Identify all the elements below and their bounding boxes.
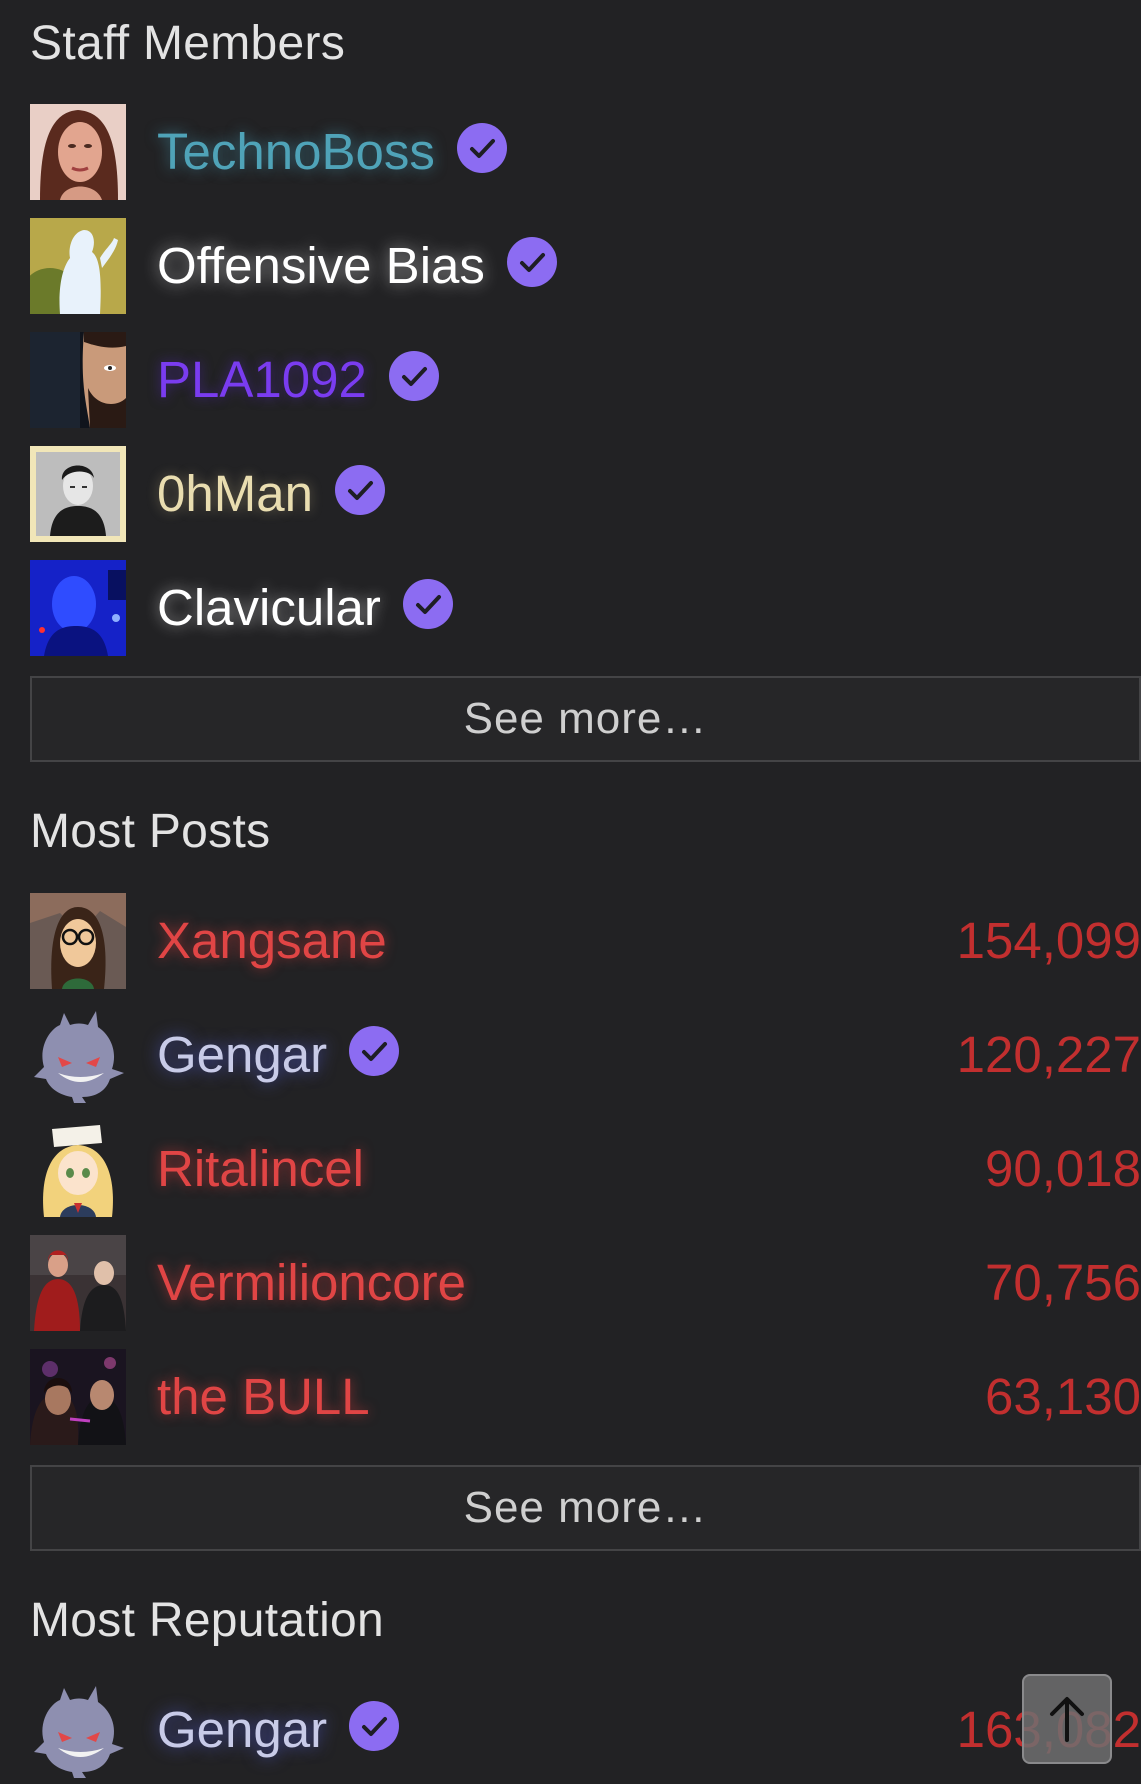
post-count: 70,756 (985, 1254, 1141, 1311)
staff-members-title: Staff Members (30, 17, 346, 70)
member-name[interactable]: 0hMan (157, 446, 313, 542)
member-name[interactable]: Offensive Bias (157, 218, 485, 314)
check-badge-icon (456, 123, 507, 173)
most-posts-row[interactable]: Vermilioncore 70,756 (30, 1235, 1141, 1331)
member-name[interactable]: TechnoBoss (157, 104, 435, 200)
member-name[interactable]: the BULL (157, 1349, 370, 1445)
post-count: 63,130 (985, 1368, 1141, 1425)
check-badge-icon (388, 351, 439, 401)
post-count: 90,018 (985, 1140, 1141, 1197)
staff-member-row[interactable]: TechnoBoss (30, 104, 1141, 200)
post-count: 120,227 (956, 1026, 1141, 1083)
gengar-avatar[interactable] (30, 1007, 126, 1103)
portrait-woman-avatar[interactable] (30, 104, 126, 200)
check-badge-icon (506, 237, 557, 287)
member-name[interactable]: Clavicular (157, 560, 381, 656)
most-reputation-row[interactable]: Gengar 163,082 (30, 1682, 1141, 1778)
most-posts-title: Most Posts (30, 805, 271, 858)
most-posts-row[interactable]: the BULL 63,130 (30, 1349, 1141, 1445)
member-name[interactable]: Ritalincel (157, 1121, 364, 1217)
silhouette-avatar[interactable] (30, 218, 126, 314)
staff-member-row[interactable]: 0hMan (30, 446, 1141, 542)
couple-photo-avatar[interactable] (30, 1349, 126, 1445)
member-name[interactable]: Xangsane (157, 893, 387, 989)
most-posts-row[interactable]: Gengar 120,227 (30, 1007, 1141, 1103)
glasses-cartoon-avatar[interactable] (30, 893, 126, 989)
check-badge-icon (334, 465, 385, 515)
most-posts-row[interactable]: Xangsane 154,099 (30, 893, 1141, 989)
staff-member-row[interactable]: Clavicular (30, 560, 1141, 656)
check-badge-icon (349, 1026, 400, 1076)
see-more-posts-button[interactable]: See more… (30, 1465, 1141, 1551)
gengar-avatar[interactable] (30, 1682, 126, 1778)
member-name[interactable]: Gengar (157, 1682, 327, 1778)
member-name[interactable]: Vermilioncore (157, 1235, 466, 1331)
scroll-to-top-button[interactable] (1022, 1674, 1112, 1764)
bw-photo-avatar[interactable] (30, 446, 126, 542)
two-men-avatar[interactable] (30, 1235, 126, 1331)
post-count: 154,099 (956, 912, 1141, 969)
anime-girl-avatar[interactable] (30, 1121, 126, 1217)
cartoon-man-avatar[interactable] (30, 332, 126, 428)
blue-face-avatar[interactable] (30, 560, 126, 656)
check-badge-icon (402, 579, 453, 629)
arrow-up-icon (1050, 1697, 1084, 1742)
most-posts-row[interactable]: Ritalincel 90,018 (30, 1121, 1141, 1217)
staff-member-row[interactable]: Offensive Bias (30, 218, 1141, 314)
most-reputation-title: Most Reputation (30, 1594, 385, 1647)
staff-member-row[interactable]: PLA1092 (30, 332, 1141, 428)
see-more-staff-button[interactable]: See more… (30, 676, 1141, 762)
member-name[interactable]: Gengar (157, 1007, 327, 1103)
member-name[interactable]: PLA1092 (157, 332, 367, 428)
check-badge-icon (349, 1701, 400, 1751)
